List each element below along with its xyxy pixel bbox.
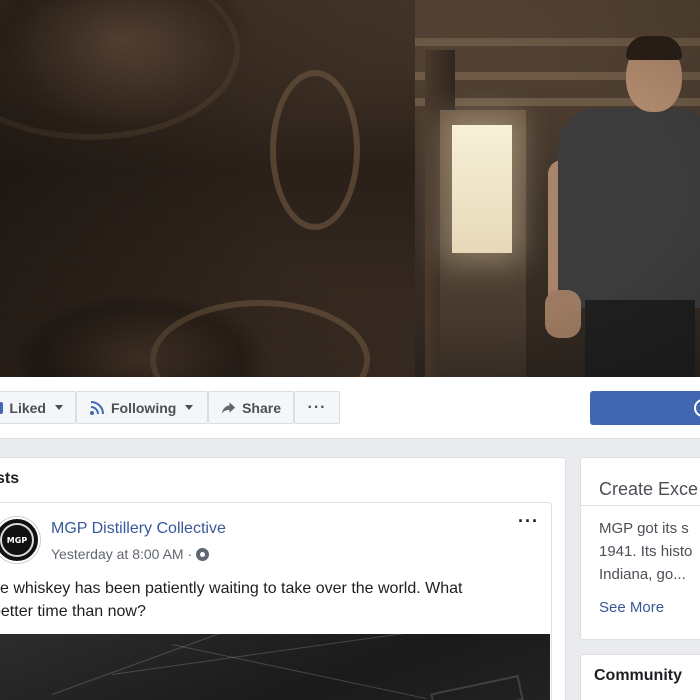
post-text-line: better time than now? [0, 603, 146, 620]
about-card-divider [580, 505, 700, 506]
share-button[interactable]: Share [208, 391, 294, 424]
following-label: Following [111, 399, 177, 416]
about-line: 1941. Its histo [599, 543, 693, 560]
post-text: ye whiskey has been patiently waiting to… [0, 577, 532, 623]
mgp-logo-icon: MGP [0, 523, 34, 557]
media-texture-line [111, 634, 410, 675]
about-line: Indiana, go... [599, 566, 686, 583]
post-media-image[interactable] [0, 634, 550, 700]
like-thumb-icon [0, 401, 4, 414]
about-line: MGP got its s [599, 520, 689, 537]
cover-vignette [0, 0, 700, 377]
post-author-link[interactable]: MGP Distillery Collective [51, 520, 226, 538]
more-options-button[interactable]: ··· [294, 391, 340, 424]
see-more-link[interactable]: See More [599, 599, 664, 616]
about-card-title: Create Exce [599, 479, 699, 499]
share-arrow-icon [221, 401, 236, 414]
media-texture-line [51, 634, 241, 695]
post-meta: Yesterday at 8:00 AM · [51, 546, 210, 562]
post-options-button[interactable]: ··· [518, 512, 542, 533]
about-card-body: MGP got its s 1941. Its histo Indiana, g… [599, 517, 700, 586]
rss-icon [90, 400, 104, 415]
messenger-icon [694, 399, 700, 417]
media-texture-line [171, 644, 427, 700]
chevron-down-icon [55, 405, 63, 410]
primary-action-button[interactable] [590, 391, 700, 425]
more-dots-icon: ··· [307, 398, 327, 416]
media-logo-mark [430, 674, 524, 700]
following-button[interactable]: Following [76, 391, 208, 424]
chevron-down-icon [185, 405, 194, 410]
community-card-title: Community [594, 667, 682, 684]
liked-label: Liked [9, 399, 46, 416]
audience-gear-icon[interactable] [196, 547, 210, 561]
share-label: Share [242, 399, 281, 416]
posts-heading: sts [0, 470, 20, 487]
post-timestamp[interactable]: Yesterday at 8:00 AM · [51, 546, 192, 562]
post-text-line: ye whiskey has been patiently waiting to… [0, 580, 463, 597]
liked-button[interactable]: Liked [0, 391, 76, 424]
cover-photo[interactable] [0, 0, 700, 377]
